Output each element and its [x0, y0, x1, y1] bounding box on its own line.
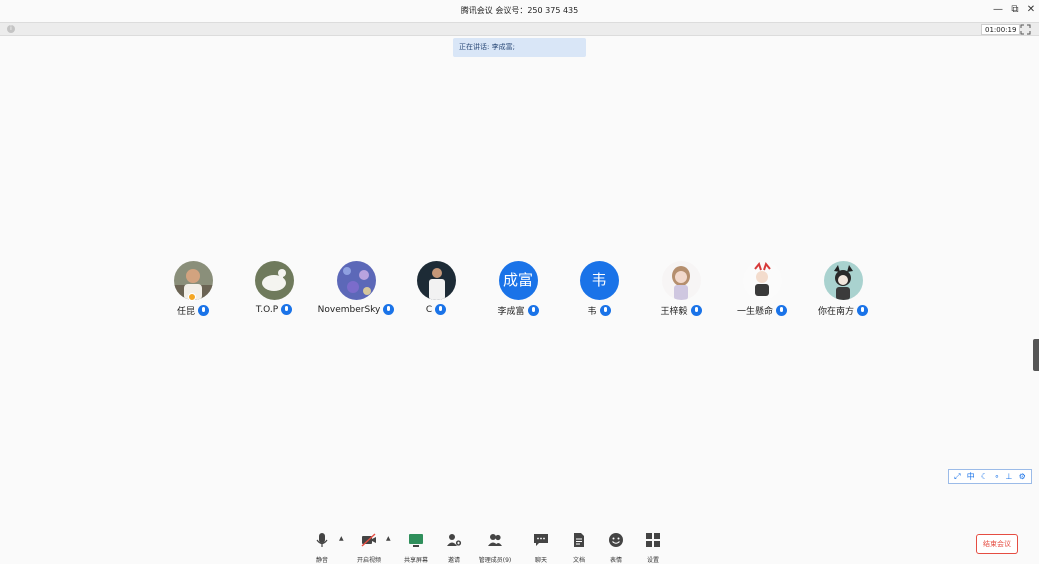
document-icon — [574, 533, 584, 547]
grid-settings-icon — [646, 533, 660, 547]
bottom-toolbar: 静音 ▲ 开启视频 ▲ 共享屏幕 邀请 管理成员(9) 聊天 文档 表情 设置 — [0, 528, 1039, 564]
add-person-icon — [447, 534, 462, 546]
participant-name: 任昆 — [176, 307, 195, 317]
minimize-button[interactable]: — — [991, 3, 1005, 17]
title-bar: 腾讯会议 会议号：250 375 435 — ⧉ ✕ — [0, 0, 1039, 22]
participant-name: C — [425, 304, 433, 315]
participant-name: T.O.P — [255, 304, 279, 315]
participant-name: 李成富 — [497, 307, 525, 317]
participant-tile[interactable]: C — [396, 261, 476, 315]
avatar — [336, 261, 376, 300]
avatar — [254, 261, 294, 300]
mic-icon — [198, 305, 209, 316]
restore-button[interactable]: ⧉ — [1008, 3, 1022, 17]
avatar — [416, 261, 456, 300]
dot-icon[interactable]: ∘ — [994, 470, 999, 483]
participant-name: 一生懸命 — [736, 307, 773, 317]
meeting-info-bar: i 01:00:19 — [0, 22, 1039, 36]
participant-tile[interactable]: 任昆 — [153, 261, 233, 317]
mute-options-caret[interactable]: ▲ — [339, 535, 344, 542]
participant-tile[interactable]: T.O.P — [234, 261, 314, 315]
participant-tile[interactable]: 成富 李成富 — [478, 261, 558, 317]
mic-icon — [527, 305, 539, 316]
person-icon[interactable]: ⊥ — [1006, 470, 1013, 483]
side-panel-handle[interactable] — [1033, 339, 1039, 371]
mic-icon — [690, 305, 702, 316]
info-icon[interactable]: i — [7, 25, 15, 33]
participant-tile[interactable]: 王梓毅 — [641, 261, 721, 317]
close-button[interactable]: ✕ — [1024, 3, 1038, 17]
gear-icon[interactable]: ⚙ — [1019, 470, 1026, 483]
participant-name: 你在南方 — [817, 307, 854, 317]
participant-name: 王梓毅 — [660, 307, 688, 317]
participant-tile[interactable]: 你在南方 — [803, 261, 883, 317]
mic-icon — [435, 304, 447, 315]
participant-name: NovemberSky — [317, 304, 381, 315]
language-icon[interactable]: 中 — [967, 470, 975, 483]
meeting-timer: 01:00:19 — [981, 24, 1021, 35]
window-title: 腾讯会议 会议号：250 375 435 — [460, 6, 579, 15]
mic-icon — [857, 305, 868, 316]
mic-icon — [776, 305, 787, 316]
participant-name: 韦 — [587, 307, 597, 317]
participant-tile[interactable]: 韦 韦 — [559, 261, 639, 317]
mic-icon — [281, 304, 293, 315]
settings-button[interactable]: 设置 — [629, 532, 677, 564]
avatar-initials: 成富 — [498, 261, 538, 300]
smiley-icon — [609, 533, 623, 547]
manage-members-button[interactable]: 管理成员(9) — [471, 532, 519, 564]
speaking-indicator: 正在讲话: 李成富; — [453, 38, 586, 57]
video-off-icon — [361, 533, 376, 547]
expand-icon[interactable]: ⤢ — [954, 470, 960, 483]
avatar — [742, 261, 782, 300]
host-icon — [188, 293, 196, 301]
participant-tile[interactable]: NovemberSky — [316, 261, 396, 315]
participant-tile[interactable]: 一生懸命 — [722, 261, 802, 317]
microphone-icon — [316, 533, 328, 547]
mic-icon — [599, 305, 611, 316]
members-icon — [488, 534, 502, 546]
mic-icon — [383, 304, 395, 315]
end-meeting-button[interactable]: 结束会议 — [976, 534, 1018, 554]
fullscreen-icon[interactable] — [1020, 24, 1031, 35]
share-screen-icon — [409, 534, 423, 547]
chat-icon — [534, 534, 548, 546]
avatar-initials: 韦 — [579, 261, 619, 300]
avatar — [661, 261, 701, 300]
floating-toolbox: ⤢ 中 ☾ ∘ ⊥ ⚙ — [948, 469, 1032, 484]
moon-icon[interactable]: ☾ — [981, 470, 988, 483]
video-options-caret[interactable]: ▲ — [386, 535, 391, 542]
avatar — [823, 261, 863, 300]
